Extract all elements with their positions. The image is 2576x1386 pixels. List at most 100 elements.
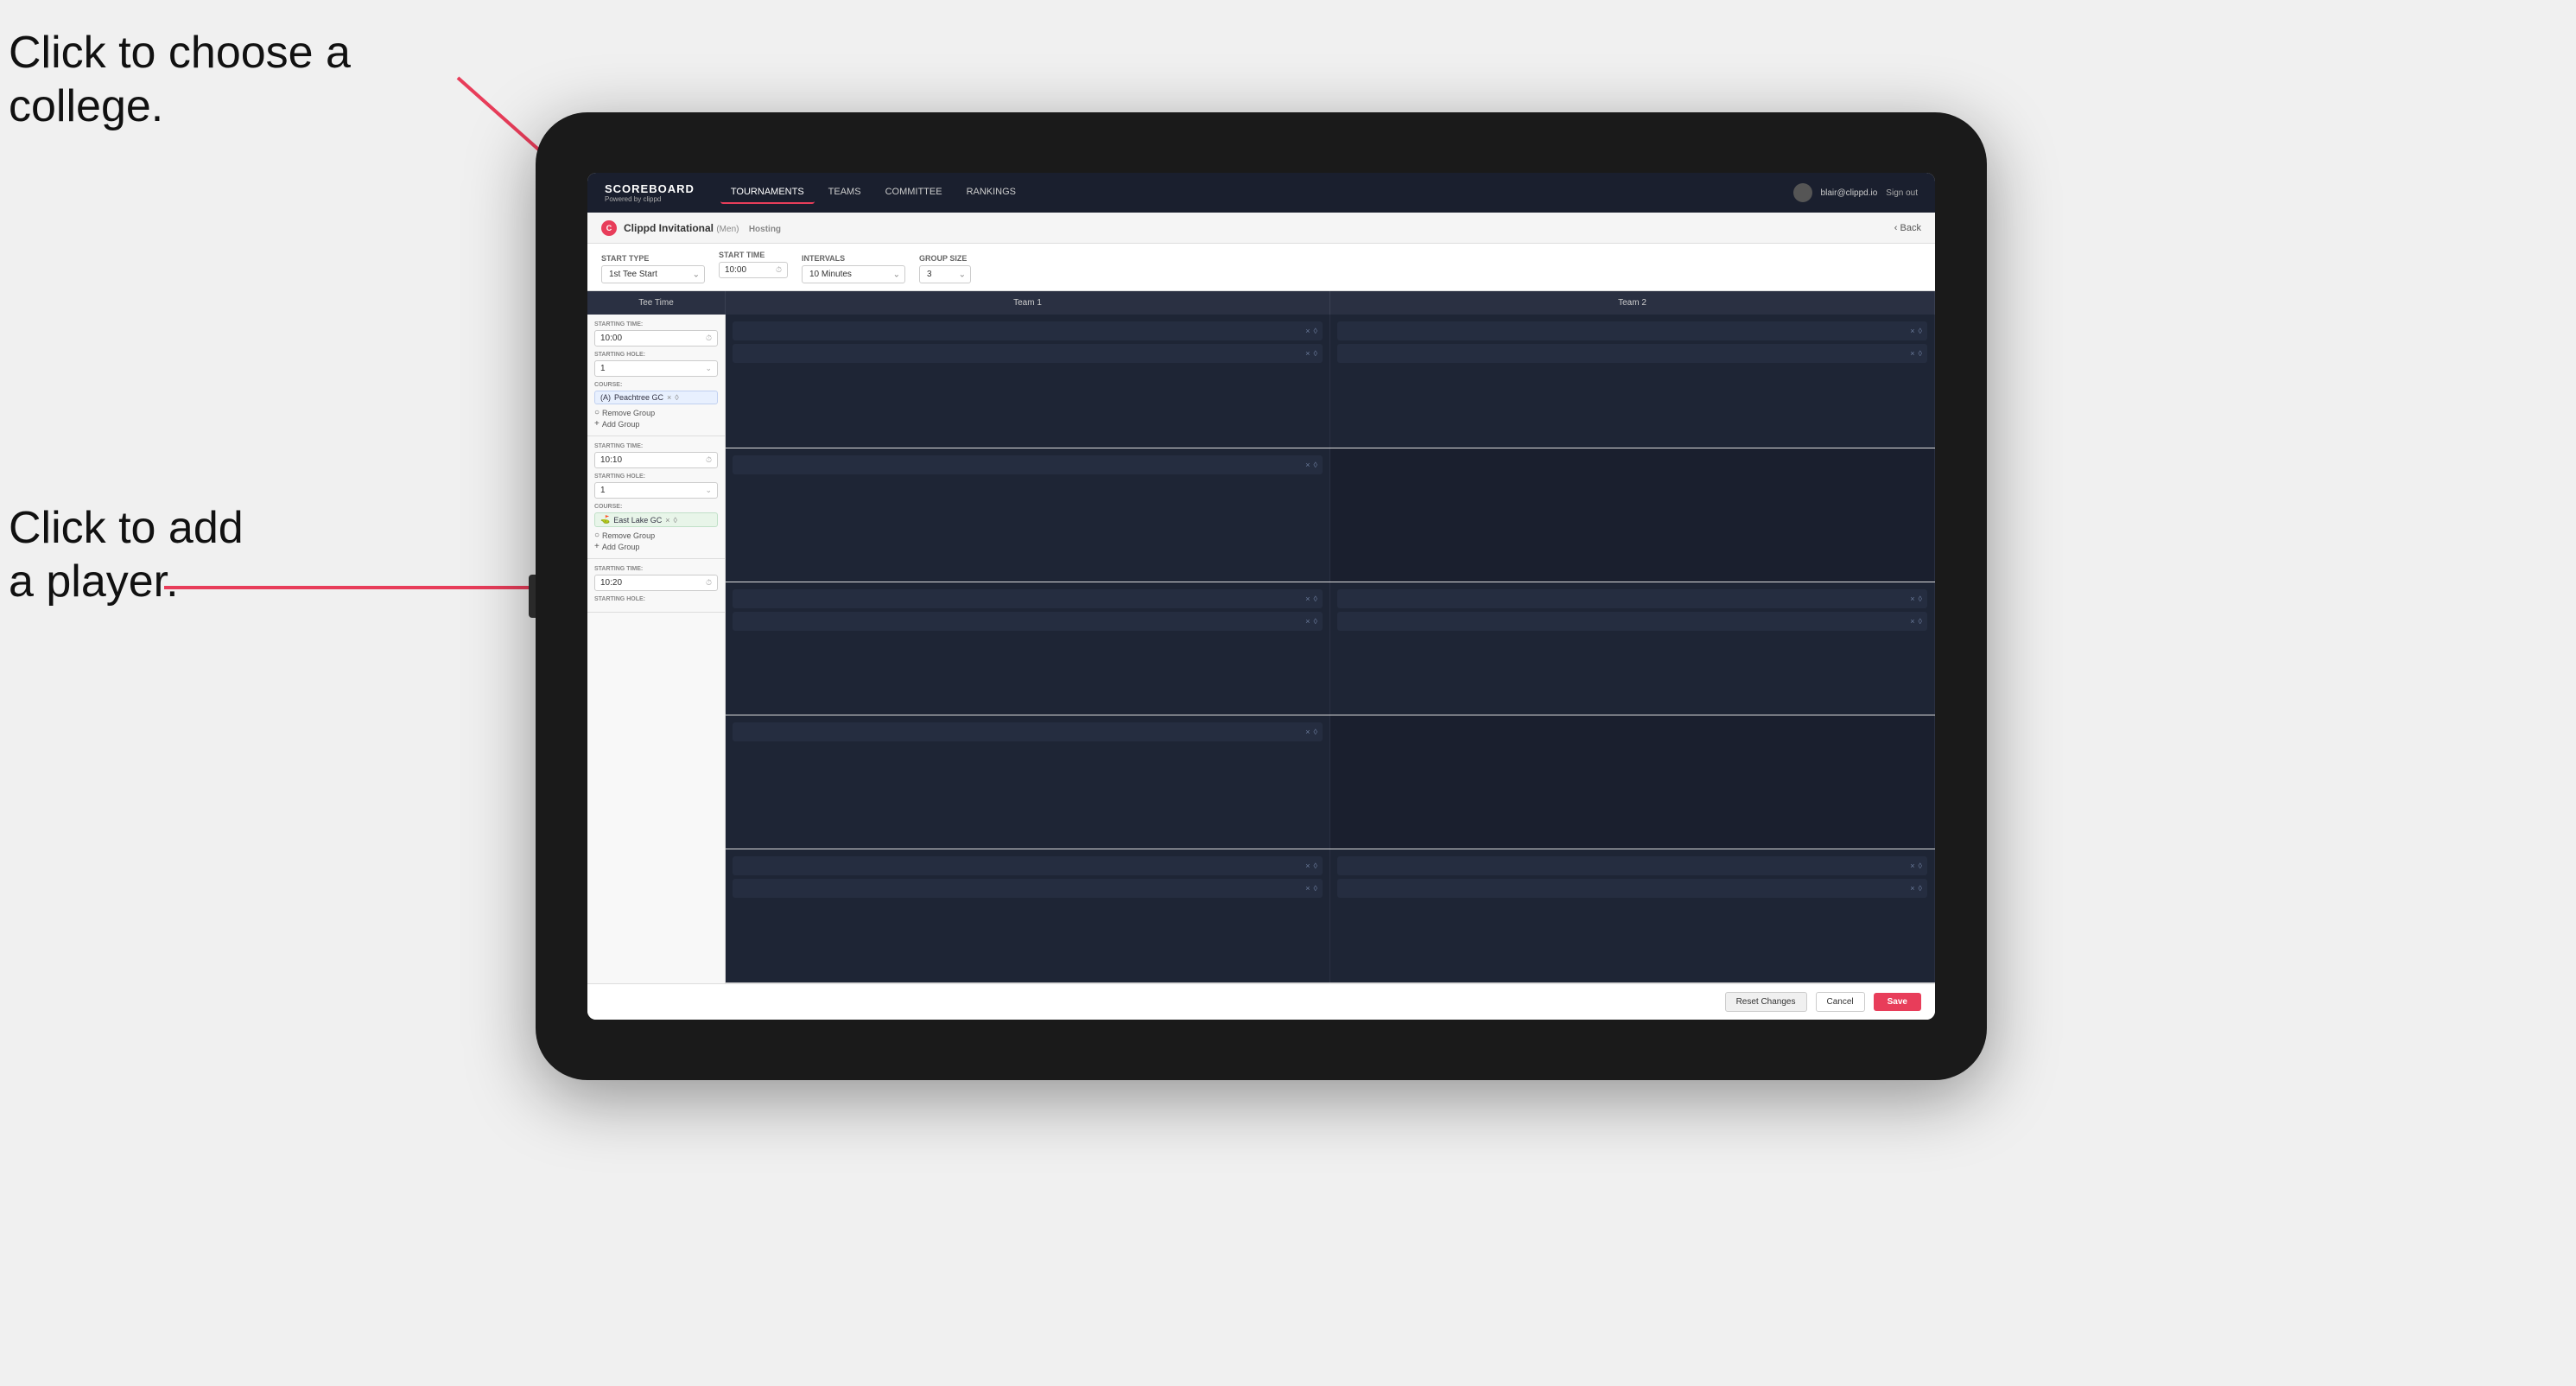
remove-course-1[interactable]: ×	[667, 393, 671, 402]
start-time-input-wrap: 10:00 ⏱	[719, 262, 788, 278]
edit-player-t2r3p2[interactable]: ◊	[1919, 884, 1922, 893]
th-team1: Team 1	[726, 291, 1330, 315]
course-name-1: Peachtree GC	[614, 393, 663, 402]
player-slot-t1r1p1[interactable]: × ◊	[733, 321, 1323, 340]
player-slot-t2r1p2[interactable]: × ◊	[1337, 344, 1927, 363]
nav-committee[interactable]: COMMITTEE	[875, 181, 953, 204]
course-tag-2[interactable]: ⛳ East Lake GC × ◊	[594, 512, 718, 527]
team2-cell-2b	[1330, 715, 1935, 849]
player-slot-t1r3p2[interactable]: × ◊	[733, 879, 1323, 898]
course-chevron-2[interactable]: ◊	[674, 516, 677, 525]
team2-cell-1b	[1330, 448, 1935, 582]
remove-course-2[interactable]: ×	[665, 516, 669, 525]
cancel-button[interactable]: Cancel	[1816, 992, 1865, 1012]
edit-player-t2r1p1[interactable]: ◊	[1919, 327, 1922, 335]
remove-player-t1r3p1[interactable]: ×	[1305, 861, 1310, 870]
th-tee-time: Tee Time	[587, 291, 726, 315]
starting-time-input-3[interactable]: 10:20 ⏱	[594, 575, 718, 591]
starting-hole-label-2: STARTING HOLE:	[594, 474, 718, 480]
edit-player-t2r2p2[interactable]: ◊	[1919, 617, 1922, 626]
nav-tournaments[interactable]: TOURNAMENTS	[720, 181, 815, 204]
user-email: blair@clippd.io	[1821, 188, 1878, 198]
starting-time-input-1[interactable]: 10:00 ⏱	[594, 330, 718, 346]
intervals-select-wrapper: 10 Minutes	[802, 265, 905, 283]
player-slot-t2r2p2[interactable]: × ◊	[1337, 612, 1927, 631]
player-slot-t1r2p1[interactable]: × ◊	[733, 589, 1323, 608]
nav-rankings[interactable]: RANKINGS	[956, 181, 1026, 204]
player-slot-t1r1p2[interactable]: × ◊	[733, 344, 1323, 363]
team1-cell-2: × ◊ × ◊	[726, 582, 1330, 715]
nav-teams[interactable]: TEAMS	[818, 181, 872, 204]
time-icon-3: ⏱	[706, 578, 712, 588]
remove-player-t2r3p1[interactable]: ×	[1910, 861, 1914, 870]
remove-player-t1r1p1[interactable]: ×	[1305, 327, 1310, 335]
remove-group-btn-1[interactable]: ○ Remove Group	[594, 408, 718, 417]
edit-player-t1r2bp1[interactable]: ◊	[1314, 728, 1317, 736]
remove-player-t2r2p1[interactable]: ×	[1910, 594, 1914, 603]
remove-player-t2r1p2[interactable]: ×	[1910, 349, 1914, 358]
remove-player-t2r2p2[interactable]: ×	[1910, 617, 1914, 626]
team2-cell-2: × ◊ × ◊	[1330, 582, 1935, 715]
group-size-select-wrapper: 3	[919, 265, 971, 283]
teams-row-3: × ◊ × ◊ × ◊	[726, 849, 1935, 983]
logo-title: SCOREBOARD	[605, 182, 695, 195]
course-type-badge: (A)	[600, 393, 611, 402]
add-group-btn-1[interactable]: + Add Group	[594, 419, 718, 429]
course-chevron-1[interactable]: ◊	[675, 393, 678, 402]
remove-player-t1r1p2[interactable]: ×	[1305, 349, 1310, 358]
remove-player-t1r2p2[interactable]: ×	[1305, 617, 1310, 626]
team1-cell-1: × ◊ × ◊	[726, 315, 1330, 448]
edit-player-t1r1bp1[interactable]: ◊	[1314, 461, 1317, 469]
edit-player-t1r1p1[interactable]: ◊	[1314, 327, 1317, 335]
annotation-text-1: Click to choose acollege.	[9, 28, 351, 131]
starting-time-label-3: STARTING TIME:	[594, 566, 718, 572]
teams-row-2b: × ◊	[726, 715, 1935, 849]
group-size-select[interactable]: 3	[919, 265, 971, 283]
player-slot-t1r2p2[interactable]: × ◊	[733, 612, 1323, 631]
table-header: Tee Time Team 1 Team 2	[587, 291, 1935, 315]
edit-player-t1r3p2[interactable]: ◊	[1314, 884, 1317, 893]
add-group-btn-2[interactable]: + Add Group	[594, 542, 718, 551]
sign-out-link[interactable]: Sign out	[1886, 188, 1918, 198]
reset-changes-button[interactable]: Reset Changes	[1725, 992, 1807, 1012]
annotation-text-2: Click to adda player.	[9, 503, 244, 607]
player-slot-t2r1p1[interactable]: × ◊	[1337, 321, 1927, 340]
edit-player-t2r3p1[interactable]: ◊	[1919, 861, 1922, 870]
user-avatar	[1793, 183, 1812, 202]
starting-time-input-2[interactable]: 10:10 ⏱	[594, 452, 718, 468]
intervals-select[interactable]: 10 Minutes	[802, 265, 905, 283]
remove-group-btn-2[interactable]: ○ Remove Group	[594, 531, 718, 540]
remove-player-t1r1bp1[interactable]: ×	[1305, 461, 1310, 469]
clock-icon: ⏱	[776, 265, 782, 275]
player-slot-t2r2p1[interactable]: × ◊	[1337, 589, 1927, 608]
back-button[interactable]: ‹ Back	[1894, 223, 1921, 233]
edit-player-t1r3p1[interactable]: ◊	[1314, 861, 1317, 870]
start-type-select[interactable]: 1st Tee Start	[601, 265, 705, 283]
starting-hole-label-3: STARTING HOLE:	[594, 596, 718, 602]
plus-icon-1: +	[594, 419, 600, 429]
teams-row-1: × ◊ × ◊ × ◊	[726, 315, 1935, 448]
starting-hole-input-1[interactable]: 1 ⌄	[594, 360, 718, 377]
edit-player-t1r2p1[interactable]: ◊	[1314, 594, 1317, 603]
player-slot-t1r3p1[interactable]: × ◊	[733, 856, 1323, 875]
player-slot-t1r2bp1[interactable]: × ◊	[733, 722, 1323, 741]
player-slot-t2r3p1[interactable]: × ◊	[1337, 856, 1927, 875]
remove-player-t1r3p2[interactable]: ×	[1305, 884, 1310, 893]
remove-player-t2r3p2[interactable]: ×	[1910, 884, 1914, 893]
controls-row: Start Type 1st Tee Start Start Time 10:0…	[587, 244, 1935, 291]
edit-player-t1r2p2[interactable]: ◊	[1314, 617, 1317, 626]
starting-hole-input-2[interactable]: 1 ⌄	[594, 482, 718, 499]
edit-player-t1r1p2[interactable]: ◊	[1314, 349, 1317, 358]
course-tag-1[interactable]: (A) Peachtree GC × ◊	[594, 391, 718, 404]
save-button[interactable]: Save	[1874, 993, 1921, 1011]
edit-player-t2r1p2[interactable]: ◊	[1919, 349, 1922, 358]
teams-area: × ◊ × ◊ × ◊	[726, 315, 1935, 983]
start-time-value[interactable]: 10:00	[725, 265, 776, 275]
remove-player-t1r2p1[interactable]: ×	[1305, 594, 1310, 603]
start-time-label: Start Time	[719, 251, 788, 259]
player-slot-t1r1bp1[interactable]: × ◊	[733, 455, 1323, 474]
remove-player-t2r1p1[interactable]: ×	[1910, 327, 1914, 335]
remove-player-t1r2bp1[interactable]: ×	[1305, 728, 1310, 736]
edit-player-t2r2p1[interactable]: ◊	[1919, 594, 1922, 603]
player-slot-t2r3p2[interactable]: × ◊	[1337, 879, 1927, 898]
